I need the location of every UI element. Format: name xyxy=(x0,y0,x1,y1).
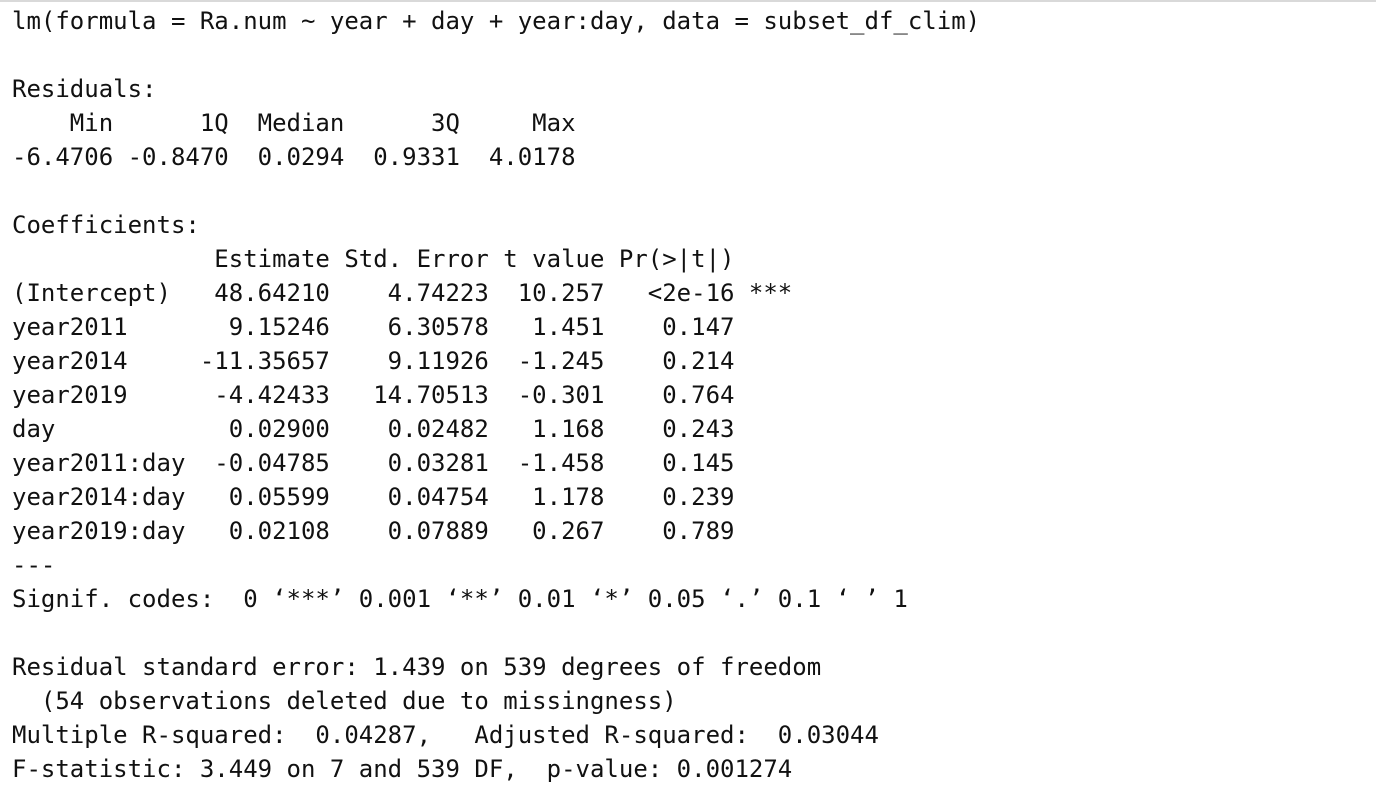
separator-line: --- xyxy=(12,551,56,579)
r-console-output: lm(formula = Ra.num ~ year + day + year:… xyxy=(12,4,1362,786)
residual-standard-error: Residual standard error: 1.439 on 539 de… xyxy=(12,653,822,681)
coefficient-row: year2014 -11.35657 9.11926 -1.245 0.214 xyxy=(12,347,793,375)
coefficient-row: year2014:day 0.05599 0.04754 1.178 0.239 xyxy=(12,483,793,511)
top-border xyxy=(0,0,1376,2)
coefficient-row: day 0.02900 0.02482 1.168 0.243 xyxy=(12,415,793,443)
coefficient-row: year2011 9.15246 6.30578 1.451 0.147 xyxy=(12,313,793,341)
coefficients-label: Coefficients: xyxy=(12,211,200,239)
r-squared-line: Multiple R-squared: 0.04287, Adjusted R-… xyxy=(12,721,894,749)
f-statistic-line: F-statistic: 3.449 on 7 and 539 DF, p-va… xyxy=(12,755,793,783)
residuals-values: -6.4706 -0.8470 0.0294 0.9331 4.0178 xyxy=(12,143,590,171)
coefficients-header: Estimate Std. Error t value Pr(>|t|) xyxy=(12,245,793,273)
lm-call: lm(formula = Ra.num ~ year + day + year:… xyxy=(12,7,981,35)
missingness-note: (54 observations deleted due to missingn… xyxy=(12,687,677,715)
coefficient-row: (Intercept) 48.64210 4.74223 10.257 <2e-… xyxy=(12,279,793,307)
coefficient-row: year2019:day 0.02108 0.07889 0.267 0.789 xyxy=(12,517,793,545)
residuals-label: Residuals: xyxy=(12,75,157,103)
signif-codes: Signif. codes: 0 ‘***’ 0.001 ‘**’ 0.01 ‘… xyxy=(12,585,908,613)
residuals-header: Min 1Q Median 3Q Max xyxy=(12,109,590,137)
coefficient-row: year2019 -4.42433 14.70513 -0.301 0.764 xyxy=(12,381,793,409)
coefficient-row: year2011:day -0.04785 0.03281 -1.458 0.1… xyxy=(12,449,793,477)
